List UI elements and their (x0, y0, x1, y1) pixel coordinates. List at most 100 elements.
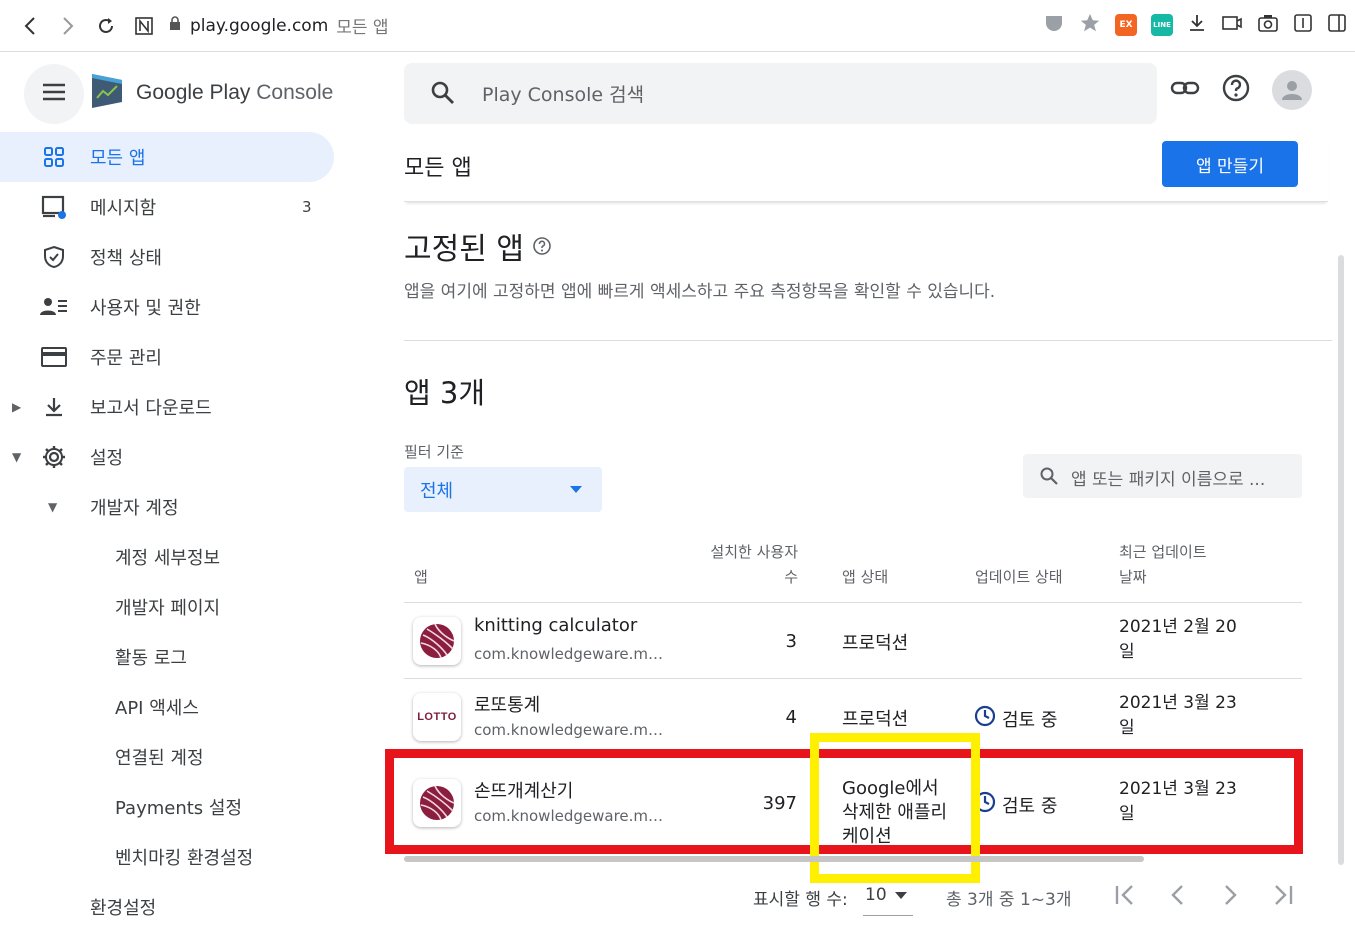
app-installs: 4 (785, 707, 797, 728)
logo-product: Console (256, 81, 334, 104)
download-icon (40, 393, 68, 421)
inbox-count-badge: 3 (302, 198, 312, 216)
table-row[interactable]: knitting calculator com.knowledgeware.mo… (404, 603, 1302, 679)
sidebar-item-label: 개발자 페이지 (115, 598, 221, 619)
grid-icon (40, 143, 68, 171)
help-circle-icon[interactable] (532, 229, 552, 264)
search-icon (430, 80, 456, 110)
sidebar-item-order-management[interactable]: 주문 관리 (0, 332, 370, 382)
column-header-update-status[interactable]: 업데이트 상태 (975, 565, 1063, 590)
sidebar-item-label: API 액세스 (115, 698, 199, 719)
app-search-input[interactable]: 앱 또는 패키지 이름으로 ... (1023, 454, 1302, 498)
expand-down-icon[interactable]: ▼ (48, 500, 57, 514)
url-host: play.google.com (190, 15, 329, 36)
camera-icon[interactable] (1257, 13, 1279, 37)
n-extension-icon[interactable] (132, 14, 156, 38)
app-last-updated: 2021년 3월 23 일 (1119, 691, 1244, 741)
date-line2: 일 (1119, 642, 1135, 662)
column-header-app[interactable]: 앱 (414, 565, 428, 590)
sidebar-item-inbox[interactable]: 메시지함 3 (0, 182, 370, 232)
sidebar-item-label: 모든 앱 (90, 148, 146, 169)
column-header-last-updated-line1: 최근 업데이트 (1119, 543, 1207, 561)
sidebar-item-all-apps[interactable]: 모든 앱 (0, 132, 334, 182)
dropdown-arrow-icon (570, 486, 582, 493)
yarn-ball-icon (413, 617, 461, 665)
app-package: com.knowledgeware.mod… (474, 645, 670, 663)
line-extension-icon[interactable]: LINE (1151, 14, 1173, 36)
expand-right-icon[interactable]: ▶ (12, 400, 21, 414)
filter-dropdown[interactable]: 전체 (404, 467, 602, 512)
page-header: 모든 앱 앱 만들기 (404, 138, 1328, 202)
reader-icon[interactable] (1293, 13, 1313, 37)
download-icon[interactable] (1187, 13, 1207, 37)
header-actions (1170, 70, 1312, 110)
gear-icon (40, 443, 68, 471)
sidebar-toggle-icon[interactable] (1327, 13, 1347, 37)
hamburger-icon (42, 83, 66, 105)
address-bar[interactable]: play.google.com 모든 앱 (168, 13, 389, 38)
column-header-installs[interactable]: 설치한 사용자 수 (690, 540, 798, 590)
app-name: knitting calculator (474, 615, 638, 636)
console-search-input[interactable]: Play Console 검색 (404, 63, 1157, 124)
menu-button[interactable] (24, 64, 84, 124)
app-count-title: 앱 3개 (404, 376, 486, 410)
app-search-placeholder: 앱 또는 패키지 이름으로 ... (1071, 470, 1266, 490)
column-header-last-updated[interactable]: 최근 업데이트 날짜 (1119, 540, 1207, 590)
inbox-icon (40, 193, 68, 221)
shield-extension-icon[interactable] (1043, 12, 1065, 38)
reload-icon[interactable] (94, 14, 118, 38)
card-icon (40, 343, 68, 371)
last-page-icon[interactable] (1268, 882, 1296, 912)
expand-down-icon[interactable]: ▼ (12, 450, 21, 464)
section-divider (404, 340, 1332, 341)
bookmark-star-icon[interactable] (1079, 12, 1101, 38)
previous-page-icon[interactable] (1164, 882, 1192, 912)
column-header-app-status[interactable]: 앱 상태 (842, 565, 888, 590)
back-icon[interactable] (18, 14, 42, 38)
update-status-label: 검토 중 (1002, 709, 1058, 731)
sidebar-item-preferences[interactable]: 환경설정 (0, 882, 370, 932)
forward-icon[interactable] (56, 14, 80, 38)
ex-extension-icon[interactable]: EX (1115, 14, 1137, 36)
sidebar-item-download-reports[interactable]: ▶ 보고서 다운로드 (0, 382, 370, 432)
pinned-apps-title: 고정된 앱 (404, 232, 524, 267)
sidebar-item-label: 연결된 계정 (115, 748, 204, 769)
app-package: com.knowledgeware.mod… (474, 721, 670, 739)
sidebar-item-policy-status[interactable]: 정책 상태 (0, 232, 370, 282)
sidebar: Google Play Console 모든 앱 메시지함 3 정책 상태 사용… (0, 52, 370, 944)
clock-icon (974, 705, 996, 732)
sidebar-item-linked-accounts[interactable]: 연결된 계정 (0, 732, 370, 782)
search-placeholder: Play Console 검색 (482, 84, 645, 106)
app-status: 프로덕션 (842, 633, 909, 654)
next-page-icon[interactable] (1216, 882, 1244, 912)
sidebar-item-activity-log[interactable]: 활동 로그 (0, 632, 370, 682)
help-icon[interactable] (1222, 74, 1250, 106)
video-icon[interactable] (1221, 13, 1243, 37)
rows-per-page-select[interactable]: 10 (863, 885, 913, 916)
sidebar-item-benchmarking[interactable]: 벤치마킹 환경설정 (0, 832, 370, 882)
link-icon[interactable] (1170, 78, 1200, 102)
sidebar-item-users-permissions[interactable]: 사용자 및 권한 (0, 282, 370, 332)
sidebar-item-settings[interactable]: ▼ 설정 (0, 432, 370, 482)
create-app-button[interactable]: 앱 만들기 (1162, 141, 1298, 187)
app-name: 로또통계 (474, 695, 541, 716)
sidebar-item-label: 보고서 다운로드 (90, 398, 212, 419)
vertical-scrollbar[interactable] (1338, 255, 1344, 865)
sidebar-item-account-details[interactable]: 계정 세부정보 (0, 532, 370, 582)
rows-per-page-label: 표시할 행 수: (753, 890, 848, 910)
sidebar-item-developer-page[interactable]: 개발자 페이지 (0, 582, 370, 632)
play-console-logo[interactable]: Google Play Console (90, 72, 333, 114)
sidebar-item-api-access[interactable]: API 액세스 (0, 682, 370, 732)
pinned-apps-heading: 고정된 앱 (404, 224, 552, 268)
filter-value: 전체 (420, 481, 454, 502)
first-page-icon[interactable] (1112, 882, 1140, 912)
dropdown-arrow-icon (894, 885, 907, 905)
sidebar-item-payments-settings[interactable]: Payments 설정 (0, 782, 370, 832)
sidebar-item-label: 벤치마킹 환경설정 (115, 848, 254, 869)
lotto-app-icon: LOTTO (413, 693, 461, 741)
avatar[interactable] (1272, 70, 1312, 110)
sidebar-item-label: 계정 세부정보 (115, 548, 221, 569)
horizontal-scrollbar[interactable] (404, 856, 1144, 862)
sidebar-item-label: 주문 관리 (90, 348, 162, 369)
sidebar-item-developer-account[interactable]: ▼ 개발자 계정 (0, 482, 370, 532)
